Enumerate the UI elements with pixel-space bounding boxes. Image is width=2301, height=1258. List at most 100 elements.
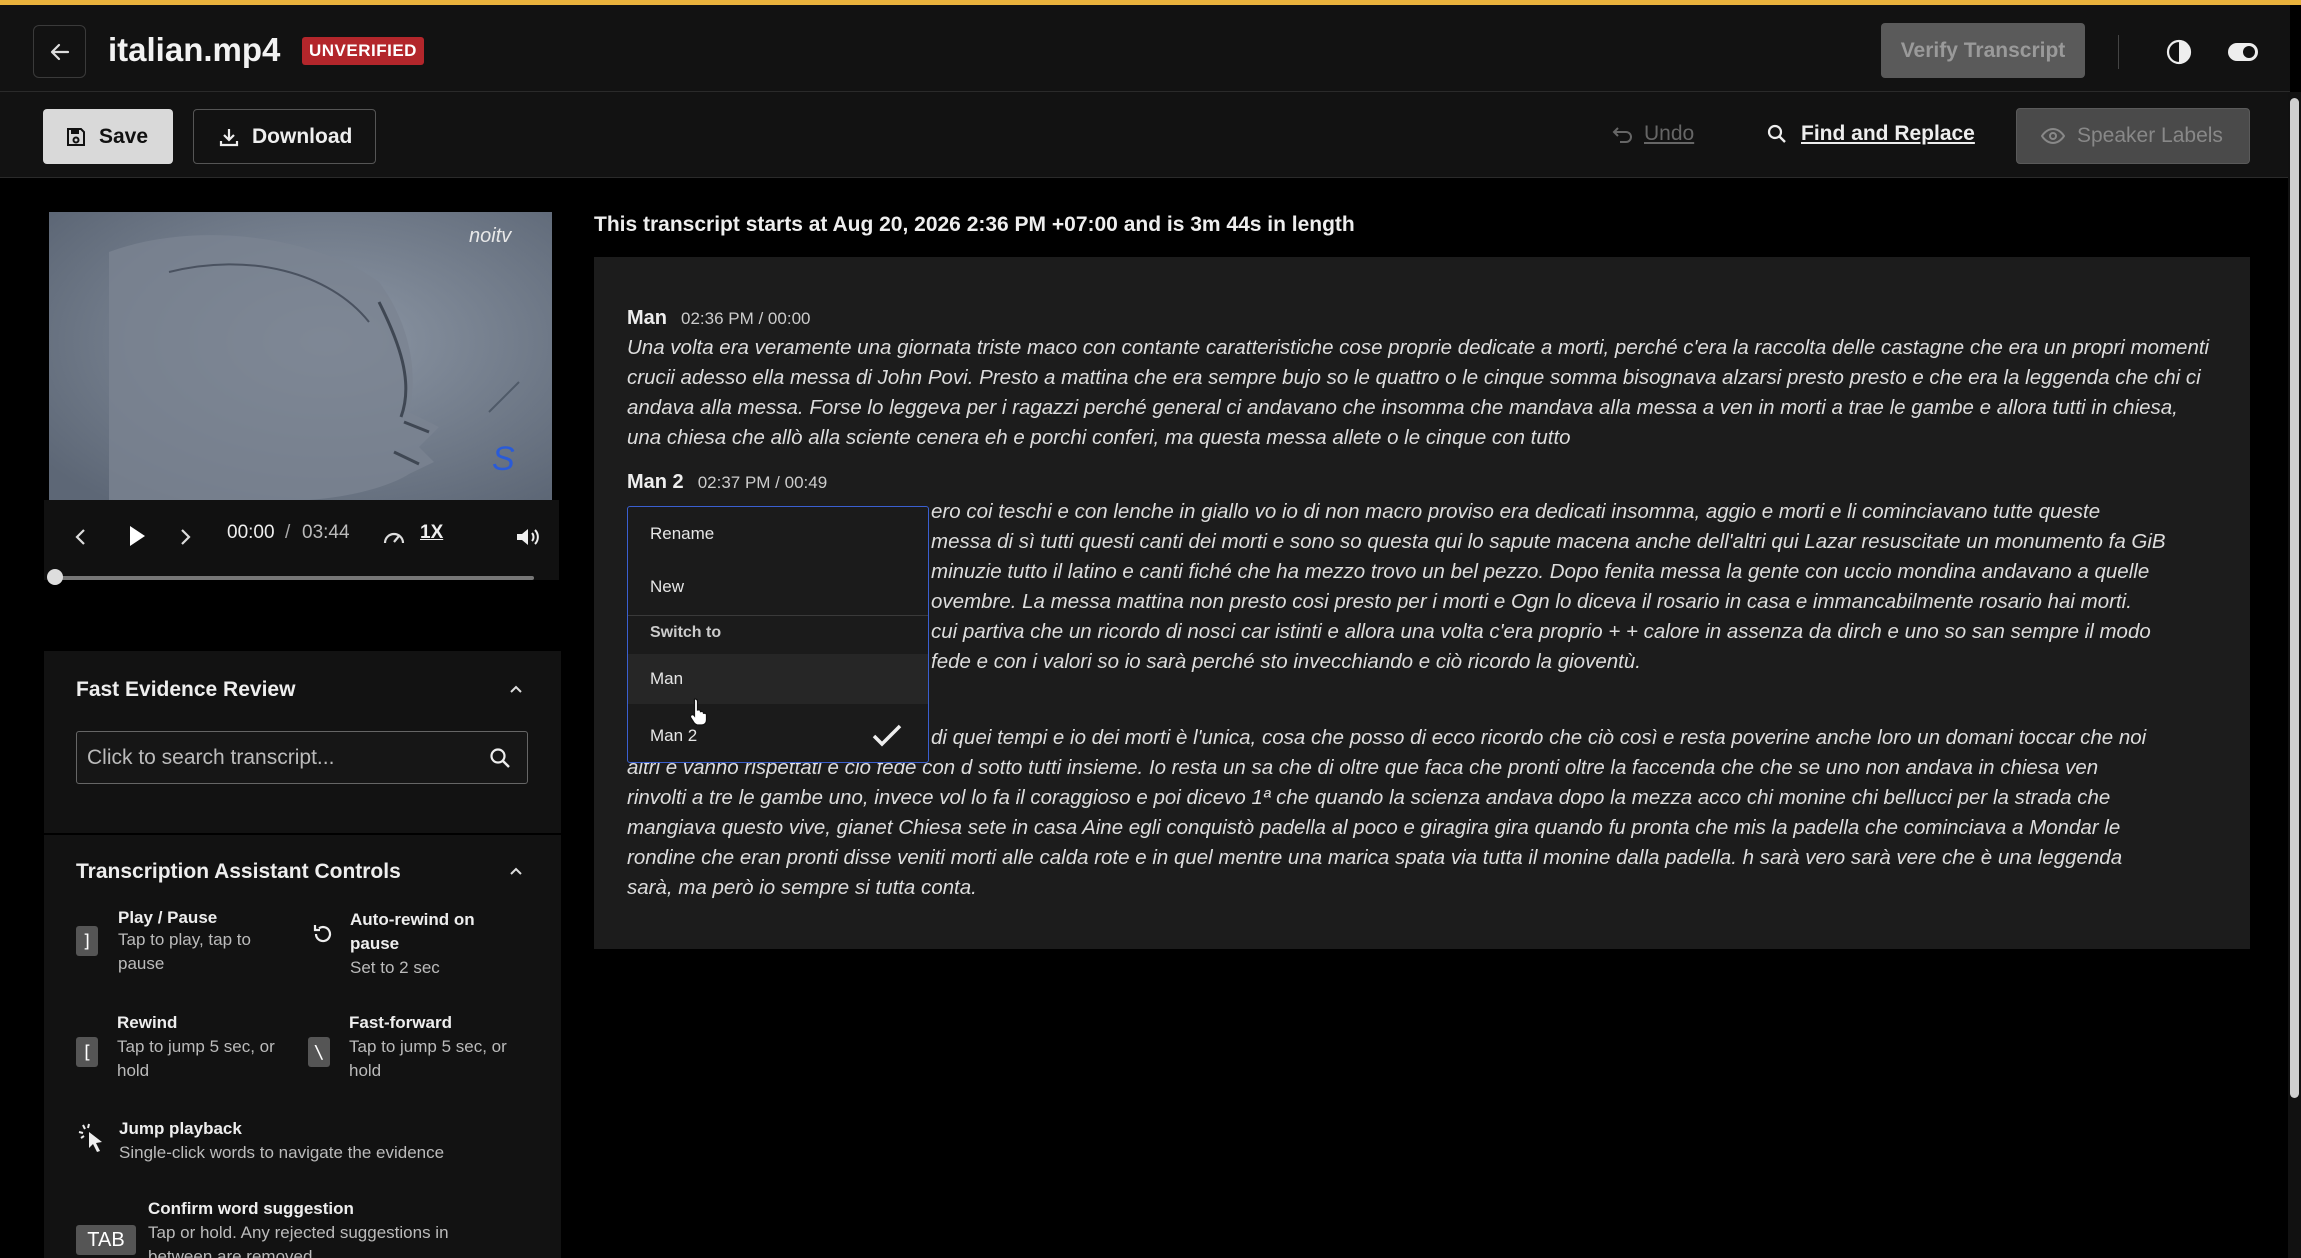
fast-evidence-panel: Fast Evidence Review (44, 651, 561, 833)
speaker-label[interactable]: Man 2 (627, 471, 684, 494)
key-tab: TAB (76, 1225, 136, 1255)
segment-text-line[interactable]: rinvolti a tre le gambe uno, invece vol … (627, 783, 2217, 813)
control-name: Confirm word suggestion (148, 1199, 354, 1218)
download-icon (219, 128, 239, 146)
segment-text-line[interactable]: rondine che eran pronti disse veniti mor… (627, 843, 2217, 873)
click-cursor-icon (78, 1123, 102, 1152)
playback-progress-handle[interactable] (47, 569, 63, 585)
transcript-search-box (76, 731, 528, 784)
eye-icon (2041, 127, 2065, 145)
control-play-pause: ] Play / Pause Tap to play, tap to pause (76, 908, 296, 988)
speaker-labels-button[interactable]: Speaker Labels (2016, 108, 2250, 164)
toggle-switch-icon[interactable] (2228, 43, 2258, 61)
contrast-icon[interactable] (2166, 39, 2192, 65)
assistant-controls-panel: Transcription Assistant Controls ] Play … (44, 835, 561, 1258)
menu-section-switch-to: Switch to (650, 624, 722, 641)
menu-option-man-2[interactable]: Man 2 (628, 711, 928, 761)
segment-text-line[interactable]: cui partiva che un ricordo di nosci car … (931, 617, 2217, 647)
chevron-right-icon[interactable] (180, 528, 192, 546)
status-badge: UNVERIFIED (302, 37, 424, 65)
duration: 03:44 (302, 522, 350, 543)
transcript-info: This transcript starts at Aug 20, 2026 2… (594, 213, 1355, 236)
time-separator: / (285, 522, 291, 543)
undo-icon (1612, 127, 1632, 143)
segment-text-line[interactable]: mangiava questo vive, gianet Chiesa sete… (627, 813, 2217, 843)
undo-button[interactable]: Undo (1612, 122, 1694, 146)
transcript-segment: Man 02:36 PM / 00:00 Una volta era veram… (627, 307, 2217, 453)
rewind-circle-icon (313, 925, 332, 943)
find-and-replace-label: Find and Replace (1801, 122, 1975, 145)
menu-item-new[interactable]: New (628, 562, 928, 612)
control-rewind: [ Rewind Tap to jump 5 sec, or hold (76, 1013, 296, 1093)
menu-divider (628, 615, 928, 616)
transcript-search-input[interactable] (77, 732, 527, 783)
segment-timestamp: 02:37 PM / 00:49 (697, 473, 828, 492)
play-icon[interactable] (128, 525, 146, 547)
speed-gauge-icon (383, 532, 405, 544)
save-icon (67, 127, 85, 146)
playback-progress-track[interactable] (54, 576, 534, 580)
segment-text[interactable]: Una volta era veramente una giornata tri… (627, 333, 2217, 453)
control-name: Fast-forward (349, 1013, 452, 1032)
segment-text-line[interactable]: messa di sì tutti questi canti dei morti… (931, 527, 2217, 557)
chevron-up-icon[interactable] (509, 682, 523, 696)
control-desc: Tap to jump 5 sec, or hold (349, 1037, 507, 1080)
control-desc: Tap to jump 5 sec, or hold (117, 1037, 275, 1080)
current-time: 00:00 (227, 522, 275, 543)
menu-item-rename[interactable]: Rename (628, 509, 928, 559)
control-desc: Single-click words to navigate the evide… (119, 1143, 445, 1162)
segment-text-line[interactable]: ovembre. La messa mattina non presto cos… (931, 587, 2217, 617)
file-title: italian.mp4 (108, 31, 281, 68)
segment-text-line[interactable]: ero coi teschi e con lenche in giallo vo… (931, 497, 2217, 527)
page-scrollbar[interactable] (2288, 92, 2301, 1258)
find-and-replace-button[interactable]: Find and Replace (1767, 122, 1975, 146)
fast-evidence-title: Fast Evidence Review (76, 678, 296, 701)
control-desc: Set to 2 sec (350, 958, 440, 977)
speaker-menu: Rename New Switch to Man Man 2 (627, 506, 929, 763)
speaker-label[interactable]: Man (627, 307, 667, 330)
tv-watermark: noitv (469, 225, 512, 247)
control-name: Auto-rewind on pause (350, 910, 475, 953)
download-label: Download (252, 124, 353, 148)
playback-speed-button[interactable]: 1X (420, 522, 443, 544)
chevron-up-icon[interactable] (509, 864, 523, 878)
save-label: Save (99, 124, 149, 148)
download-button[interactable]: Download (193, 109, 376, 164)
search-icon (1767, 124, 1786, 143)
key-backslash: \ (308, 1037, 330, 1067)
video-controls: 00:00 / 03:44 1X (44, 500, 559, 580)
video-still-image: noitv S (49, 212, 552, 500)
verify-transcript-button[interactable]: Verify Transcript (1881, 23, 2085, 78)
undo-label: Undo (1644, 122, 1695, 145)
segment-text-line[interactable]: minuzie tutto il latino e canti fiché ch… (931, 557, 2217, 587)
speaker-labels-label: Speaker Labels (2077, 124, 2223, 147)
save-button[interactable]: Save (43, 109, 173, 164)
key-bracket-right: ] (76, 926, 98, 956)
volume-icon[interactable] (515, 527, 541, 547)
mouse-pointer-icon (689, 698, 708, 726)
menu-option-man[interactable]: Man (628, 654, 928, 704)
control-name: Jump playback (119, 1119, 242, 1138)
control-desc: Tap or hold. Any rejected suggestions in… (148, 1223, 449, 1258)
assistant-controls-title: Transcription Assistant Controls (76, 860, 401, 883)
segment-text-line[interactable]: fede e con i valori so io sarà perché st… (931, 647, 2217, 677)
checkmark-icon (872, 724, 902, 747)
chevron-left-icon[interactable] (74, 528, 86, 546)
segment-timestamp: 02:36 PM / 00:00 (681, 309, 811, 328)
scroll-thumb[interactable] (2290, 98, 2299, 1098)
control-name: Play / Pause (118, 908, 218, 927)
search-icon[interactable] (489, 747, 511, 769)
control-name: Rewind (117, 1013, 178, 1032)
control-confirm-suggestion: TAB Confirm word suggestion Tap or hold.… (76, 1199, 536, 1258)
arrow-left-icon (50, 43, 69, 60)
svg-text:S: S (492, 440, 515, 478)
toolbar: Save Download Undo Find and Replace Spea… (0, 92, 2290, 178)
control-jump-playback: Jump playback Single-click words to navi… (76, 1119, 536, 1169)
control-fast-forward: \ Fast-forward Tap to jump 5 sec, or hol… (308, 1013, 528, 1093)
control-desc: Tap to play, tap to pause (118, 930, 251, 973)
segment-text-line[interactable]: sarà, ma però io sempre si tutta conta. (627, 873, 2217, 903)
header-divider (2118, 35, 2119, 69)
back-button[interactable] (33, 25, 86, 78)
app-header: italian.mp4 UNVERIFIED Verify Transcript (0, 5, 2290, 92)
video-frame[interactable]: noitv S (49, 212, 552, 500)
